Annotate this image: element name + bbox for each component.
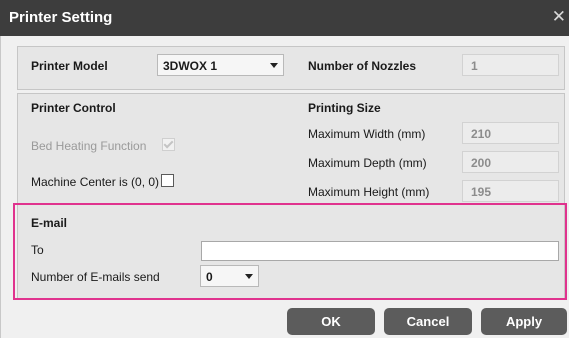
- printer-model-dropdown[interactable]: 3DWOX 1: [157, 54, 284, 76]
- max-height-field: 195: [462, 180, 559, 202]
- chevron-down-icon: [270, 63, 278, 68]
- printer-model-label: Printer Model: [31, 59, 108, 73]
- max-width-label: Maximum Width (mm): [308, 127, 426, 141]
- nozzles-value: 1: [471, 59, 478, 73]
- checkmark-icon: [163, 138, 174, 149]
- title-bar: Printer Setting ✕: [0, 0, 569, 36]
- ok-button[interactable]: OK: [287, 308, 375, 335]
- machine-center-checkbox[interactable]: [161, 174, 174, 187]
- max-height-value: 195: [471, 185, 492, 199]
- printer-control-heading: Printer Control: [31, 101, 116, 115]
- max-depth-value: 200: [471, 156, 492, 170]
- max-width-field: 210: [462, 122, 559, 144]
- printing-size-heading: Printing Size: [308, 101, 381, 115]
- bed-heating-checkbox: [162, 138, 175, 151]
- apply-button[interactable]: Apply: [481, 308, 567, 335]
- machine-center-label: Machine Center is (0, 0): [31, 175, 160, 189]
- email-highlight-frame: [13, 203, 567, 300]
- bed-heating-label: Bed Heating Function: [31, 139, 147, 153]
- max-width-value: 210: [471, 127, 492, 141]
- max-depth-field: 200: [462, 151, 559, 173]
- window-title: Printer Setting: [9, 9, 113, 26]
- max-depth-label: Maximum Depth (mm): [308, 156, 427, 170]
- close-icon[interactable]: ✕: [552, 8, 566, 25]
- cancel-button[interactable]: Cancel: [384, 308, 472, 335]
- nozzles-label: Number of Nozzles: [308, 59, 417, 73]
- max-height-label: Maximum Height (mm): [308, 185, 430, 199]
- nozzles-field: 1: [462, 54, 559, 76]
- printer-model-value: 3DWOX 1: [163, 59, 218, 73]
